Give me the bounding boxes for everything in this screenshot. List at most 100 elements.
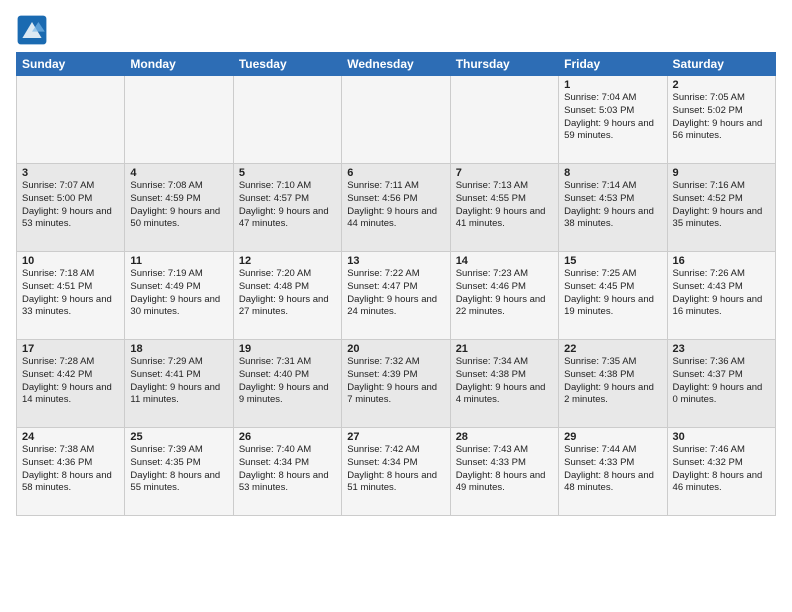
calendar-cell: 8Sunrise: 7:14 AM Sunset: 4:53 PM Daylig… <box>559 164 667 252</box>
calendar-cell: 11Sunrise: 7:19 AM Sunset: 4:49 PM Dayli… <box>125 252 233 340</box>
calendar-cell: 15Sunrise: 7:25 AM Sunset: 4:45 PM Dayli… <box>559 252 667 340</box>
calendar: SundayMondayTuesdayWednesdayThursdayFrid… <box>16 52 776 516</box>
calendar-cell: 4Sunrise: 7:08 AM Sunset: 4:59 PM Daylig… <box>125 164 233 252</box>
day-info: Sunrise: 7:11 AM Sunset: 4:56 PM Dayligh… <box>347 180 444 231</box>
day-info: Sunrise: 7:35 AM Sunset: 4:38 PM Dayligh… <box>564 356 661 407</box>
weekday-header-sunday: Sunday <box>17 53 125 76</box>
day-number: 4 <box>130 167 227 179</box>
calendar-cell <box>450 76 558 164</box>
day-info: Sunrise: 7:18 AM Sunset: 4:51 PM Dayligh… <box>22 268 119 319</box>
day-number: 3 <box>22 167 119 179</box>
calendar-cell: 1Sunrise: 7:04 AM Sunset: 5:03 PM Daylig… <box>559 76 667 164</box>
day-number: 21 <box>456 343 553 355</box>
day-number: 22 <box>564 343 661 355</box>
calendar-cell: 6Sunrise: 7:11 AM Sunset: 4:56 PM Daylig… <box>342 164 450 252</box>
day-info: Sunrise: 7:42 AM Sunset: 4:34 PM Dayligh… <box>347 444 444 495</box>
day-number: 24 <box>22 431 119 443</box>
calendar-week-2: 3Sunrise: 7:07 AM Sunset: 5:00 PM Daylig… <box>17 164 776 252</box>
calendar-week-3: 10Sunrise: 7:18 AM Sunset: 4:51 PM Dayli… <box>17 252 776 340</box>
day-info: Sunrise: 7:14 AM Sunset: 4:53 PM Dayligh… <box>564 180 661 231</box>
day-number: 2 <box>673 79 770 91</box>
day-number: 1 <box>564 79 661 91</box>
calendar-cell: 19Sunrise: 7:31 AM Sunset: 4:40 PM Dayli… <box>233 340 341 428</box>
weekday-header-wednesday: Wednesday <box>342 53 450 76</box>
day-info: Sunrise: 7:13 AM Sunset: 4:55 PM Dayligh… <box>456 180 553 231</box>
day-info: Sunrise: 7:46 AM Sunset: 4:32 PM Dayligh… <box>673 444 770 495</box>
day-number: 20 <box>347 343 444 355</box>
calendar-header: SundayMondayTuesdayWednesdayThursdayFrid… <box>17 53 776 76</box>
calendar-body: 1Sunrise: 7:04 AM Sunset: 5:03 PM Daylig… <box>17 76 776 516</box>
weekday-header-friday: Friday <box>559 53 667 76</box>
calendar-week-4: 17Sunrise: 7:28 AM Sunset: 4:42 PM Dayli… <box>17 340 776 428</box>
calendar-cell: 25Sunrise: 7:39 AM Sunset: 4:35 PM Dayli… <box>125 428 233 516</box>
day-info: Sunrise: 7:19 AM Sunset: 4:49 PM Dayligh… <box>130 268 227 319</box>
day-number: 29 <box>564 431 661 443</box>
day-info: Sunrise: 7:31 AM Sunset: 4:40 PM Dayligh… <box>239 356 336 407</box>
day-number: 14 <box>456 255 553 267</box>
weekday-header-saturday: Saturday <box>667 53 775 76</box>
day-number: 6 <box>347 167 444 179</box>
day-info: Sunrise: 7:44 AM Sunset: 4:33 PM Dayligh… <box>564 444 661 495</box>
calendar-cell: 22Sunrise: 7:35 AM Sunset: 4:38 PM Dayli… <box>559 340 667 428</box>
day-number: 30 <box>673 431 770 443</box>
day-info: Sunrise: 7:43 AM Sunset: 4:33 PM Dayligh… <box>456 444 553 495</box>
day-info: Sunrise: 7:08 AM Sunset: 4:59 PM Dayligh… <box>130 180 227 231</box>
calendar-cell <box>233 76 341 164</box>
day-number: 7 <box>456 167 553 179</box>
calendar-cell: 28Sunrise: 7:43 AM Sunset: 4:33 PM Dayli… <box>450 428 558 516</box>
day-number: 13 <box>347 255 444 267</box>
day-number: 15 <box>564 255 661 267</box>
calendar-cell: 14Sunrise: 7:23 AM Sunset: 4:46 PM Dayli… <box>450 252 558 340</box>
logo <box>16 14 52 46</box>
day-number: 10 <box>22 255 119 267</box>
calendar-week-1: 1Sunrise: 7:04 AM Sunset: 5:03 PM Daylig… <box>17 76 776 164</box>
calendar-cell: 21Sunrise: 7:34 AM Sunset: 4:38 PM Dayli… <box>450 340 558 428</box>
calendar-cell: 17Sunrise: 7:28 AM Sunset: 4:42 PM Dayli… <box>17 340 125 428</box>
calendar-cell <box>342 76 450 164</box>
calendar-cell: 9Sunrise: 7:16 AM Sunset: 4:52 PM Daylig… <box>667 164 775 252</box>
calendar-cell: 10Sunrise: 7:18 AM Sunset: 4:51 PM Dayli… <box>17 252 125 340</box>
day-info: Sunrise: 7:28 AM Sunset: 4:42 PM Dayligh… <box>22 356 119 407</box>
day-info: Sunrise: 7:20 AM Sunset: 4:48 PM Dayligh… <box>239 268 336 319</box>
day-info: Sunrise: 7:16 AM Sunset: 4:52 PM Dayligh… <box>673 180 770 231</box>
day-number: 26 <box>239 431 336 443</box>
weekday-header-tuesday: Tuesday <box>233 53 341 76</box>
calendar-cell: 2Sunrise: 7:05 AM Sunset: 5:02 PM Daylig… <box>667 76 775 164</box>
calendar-cell: 12Sunrise: 7:20 AM Sunset: 4:48 PM Dayli… <box>233 252 341 340</box>
calendar-cell: 7Sunrise: 7:13 AM Sunset: 4:55 PM Daylig… <box>450 164 558 252</box>
weekday-header-thursday: Thursday <box>450 53 558 76</box>
calendar-cell: 26Sunrise: 7:40 AM Sunset: 4:34 PM Dayli… <box>233 428 341 516</box>
calendar-cell: 3Sunrise: 7:07 AM Sunset: 5:00 PM Daylig… <box>17 164 125 252</box>
day-info: Sunrise: 7:22 AM Sunset: 4:47 PM Dayligh… <box>347 268 444 319</box>
day-info: Sunrise: 7:38 AM Sunset: 4:36 PM Dayligh… <box>22 444 119 495</box>
calendar-cell: 18Sunrise: 7:29 AM Sunset: 4:41 PM Dayli… <box>125 340 233 428</box>
day-number: 23 <box>673 343 770 355</box>
day-info: Sunrise: 7:39 AM Sunset: 4:35 PM Dayligh… <box>130 444 227 495</box>
calendar-cell: 20Sunrise: 7:32 AM Sunset: 4:39 PM Dayli… <box>342 340 450 428</box>
day-info: Sunrise: 7:07 AM Sunset: 5:00 PM Dayligh… <box>22 180 119 231</box>
calendar-cell: 29Sunrise: 7:44 AM Sunset: 4:33 PM Dayli… <box>559 428 667 516</box>
calendar-cell: 13Sunrise: 7:22 AM Sunset: 4:47 PM Dayli… <box>342 252 450 340</box>
day-number: 12 <box>239 255 336 267</box>
day-info: Sunrise: 7:04 AM Sunset: 5:03 PM Dayligh… <box>564 92 661 143</box>
day-number: 27 <box>347 431 444 443</box>
day-info: Sunrise: 7:10 AM Sunset: 4:57 PM Dayligh… <box>239 180 336 231</box>
weekday-header-monday: Monday <box>125 53 233 76</box>
day-info: Sunrise: 7:29 AM Sunset: 4:41 PM Dayligh… <box>130 356 227 407</box>
calendar-cell <box>125 76 233 164</box>
day-number: 8 <box>564 167 661 179</box>
calendar-cell: 30Sunrise: 7:46 AM Sunset: 4:32 PM Dayli… <box>667 428 775 516</box>
weekday-header-row: SundayMondayTuesdayWednesdayThursdayFrid… <box>17 53 776 76</box>
page: SundayMondayTuesdayWednesdayThursdayFrid… <box>0 0 792 612</box>
day-info: Sunrise: 7:36 AM Sunset: 4:37 PM Dayligh… <box>673 356 770 407</box>
calendar-cell: 27Sunrise: 7:42 AM Sunset: 4:34 PM Dayli… <box>342 428 450 516</box>
calendar-cell: 23Sunrise: 7:36 AM Sunset: 4:37 PM Dayli… <box>667 340 775 428</box>
day-info: Sunrise: 7:05 AM Sunset: 5:02 PM Dayligh… <box>673 92 770 143</box>
calendar-cell: 24Sunrise: 7:38 AM Sunset: 4:36 PM Dayli… <box>17 428 125 516</box>
calendar-cell: 5Sunrise: 7:10 AM Sunset: 4:57 PM Daylig… <box>233 164 341 252</box>
day-number: 16 <box>673 255 770 267</box>
header <box>16 10 776 46</box>
day-info: Sunrise: 7:23 AM Sunset: 4:46 PM Dayligh… <box>456 268 553 319</box>
day-info: Sunrise: 7:34 AM Sunset: 4:38 PM Dayligh… <box>456 356 553 407</box>
day-info: Sunrise: 7:32 AM Sunset: 4:39 PM Dayligh… <box>347 356 444 407</box>
